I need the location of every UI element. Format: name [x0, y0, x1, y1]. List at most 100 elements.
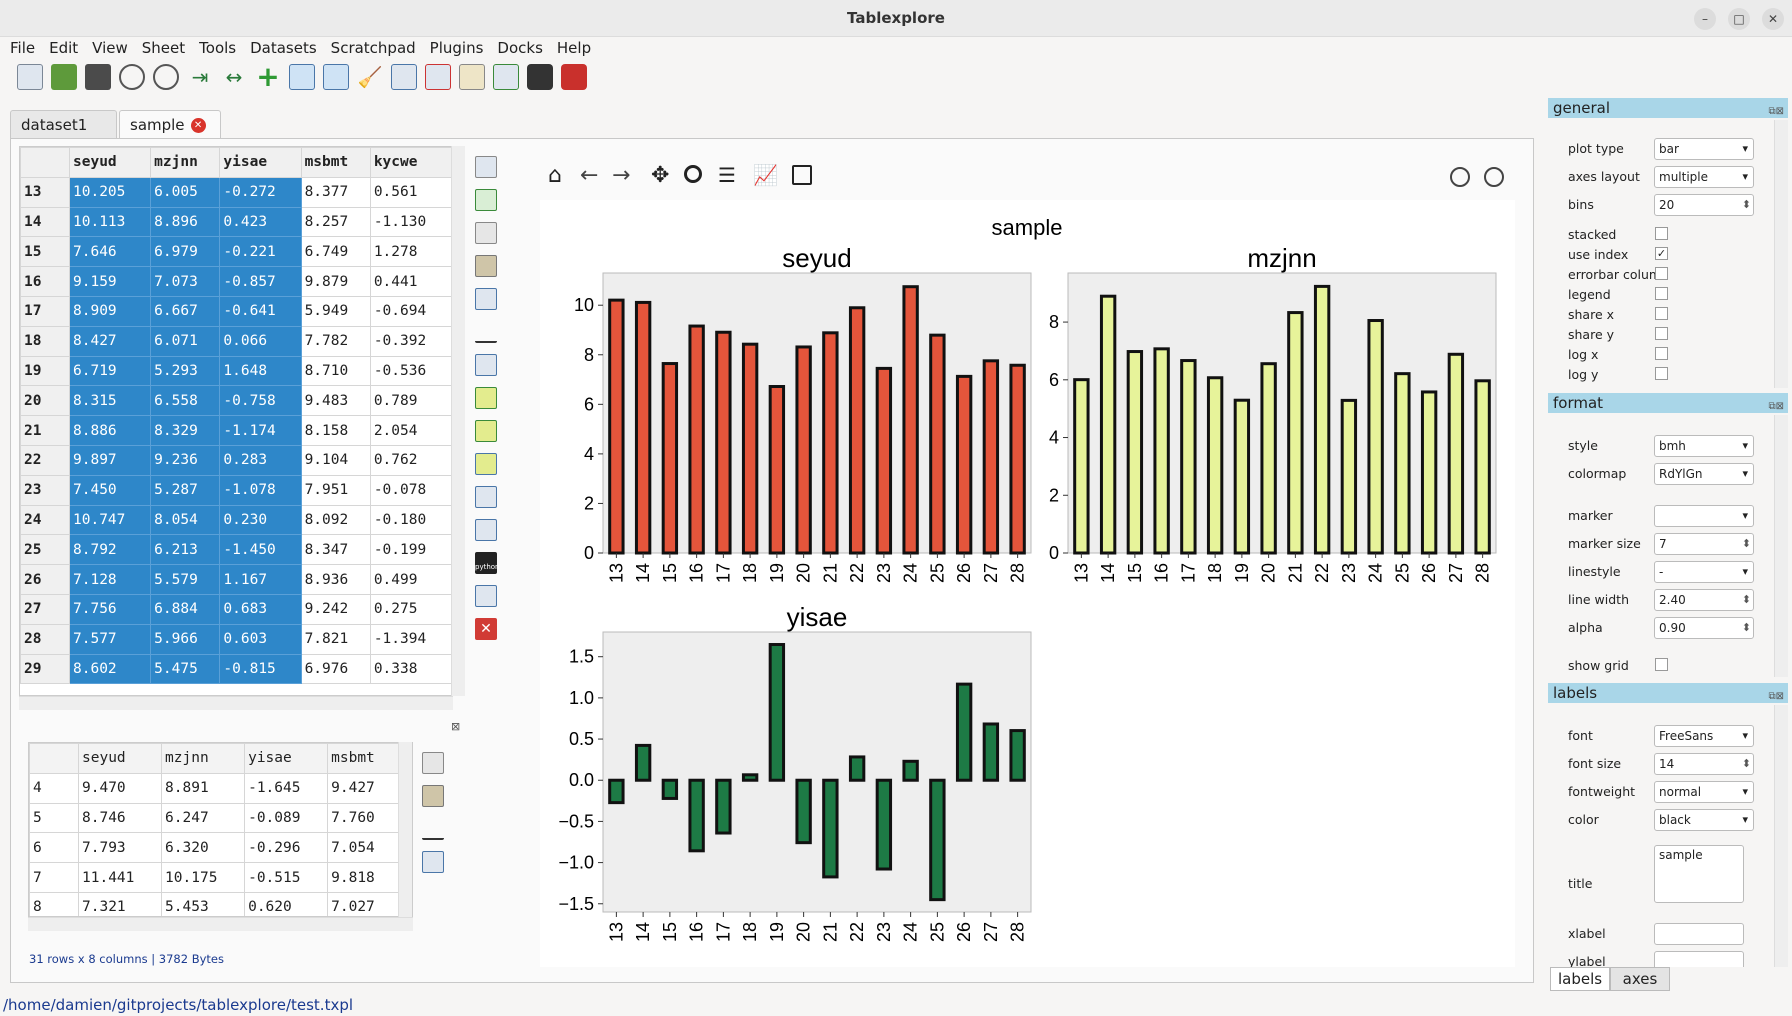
filter-icon[interactable] — [475, 519, 497, 541]
melt-icon[interactable] — [475, 486, 497, 508]
table-row[interactable]: 21 8.886 8.329 -1.174 8.158 2.054 — [20, 415, 452, 446]
bar-chart-icon[interactable] — [475, 321, 497, 343]
main-table-hscroll[interactable] — [19, 696, 453, 710]
setting-checkbox[interactable] — [1655, 658, 1668, 671]
table-cell[interactable]: 8.092 — [300, 504, 371, 536]
table-row[interactable]: 4 9.470 8.891 -1.645 9.427 — [29, 772, 399, 804]
column-header[interactable]: seyud — [68, 147, 152, 178]
table-cell[interactable]: 8.896 — [150, 206, 221, 238]
table-row[interactable]: 6 7.793 6.320 -0.296 7.054 — [29, 832, 399, 864]
tab-sample[interactable]: sample ✕ — [119, 110, 221, 140]
table-cell[interactable]: 7.646 — [68, 236, 152, 268]
table-cell[interactable]: 5.475 — [150, 653, 221, 685]
table-cell[interactable]: 0.441 — [369, 266, 452, 297]
table-cell[interactable]: 0.762 — [369, 444, 452, 476]
row-header[interactable]: 25 — [20, 534, 70, 566]
pivot-icon[interactable] — [475, 420, 497, 442]
table-cell[interactable]: 6.071 — [150, 325, 221, 357]
copy-icon[interactable] — [422, 752, 444, 774]
python-icon[interactable]: python — [475, 552, 500, 574]
table-cell[interactable]: -0.515 — [244, 862, 329, 893]
table-cell[interactable]: 0.561 — [369, 176, 452, 208]
tab-dataset1[interactable]: dataset1✕ — [10, 110, 117, 161]
table-cell[interactable]: 9.236 — [150, 444, 221, 476]
table-cell[interactable]: 7.760 — [327, 802, 399, 834]
setting-combo[interactable]: black — [1654, 809, 1754, 831]
setting-combo[interactable]: bmh — [1654, 435, 1754, 457]
table-view-icon[interactable] — [475, 585, 497, 607]
menu-scratchpad[interactable]: Scratchpad — [324, 37, 423, 59]
dock-float-icon[interactable]: ⧉⊠ — [1768, 687, 1784, 707]
pan-icon[interactable]: ✥ — [651, 163, 669, 188]
paste-icon[interactable] — [422, 785, 444, 807]
table-cell[interactable]: 9.427 — [327, 772, 399, 804]
table-cell[interactable]: 2.054 — [369, 415, 452, 446]
home-icon[interactable]: ⌂ — [548, 163, 562, 188]
menu-datasets[interactable]: Datasets — [243, 37, 324, 59]
corner-cell[interactable] — [20, 147, 70, 178]
table-cell[interactable]: 11.441 — [77, 862, 163, 893]
table-cell[interactable]: -0.221 — [219, 236, 302, 268]
paste-icon[interactable] — [475, 255, 497, 277]
table-cell[interactable]: -0.392 — [369, 325, 452, 357]
delete-icon[interactable]: ✕ — [475, 618, 497, 640]
table-cell[interactable]: -0.199 — [369, 534, 452, 566]
row-header[interactable]: 6 — [29, 832, 79, 864]
table-cell[interactable]: 1.278 — [369, 236, 452, 268]
table-cell[interactable]: 7.054 — [327, 832, 399, 864]
help-table-icon[interactable] — [425, 64, 451, 90]
row-header[interactable]: 19 — [20, 355, 70, 387]
add-icon[interactable]: + — [255, 63, 281, 91]
table-cell[interactable]: 7.793 — [77, 832, 163, 864]
configure-icon[interactable]: ☰ — [718, 163, 736, 187]
setting-textbox[interactable] — [1654, 951, 1744, 967]
table-cell[interactable]: 0.620 — [244, 891, 329, 916]
column-header[interactable]: msbmt — [327, 743, 399, 774]
table-cell[interactable]: 7.128 — [68, 564, 152, 595]
table-cell[interactable]: 6.979 — [150, 236, 221, 268]
setting-combo[interactable]: - — [1654, 561, 1754, 583]
zoom-in-icon[interactable] — [153, 64, 179, 90]
row-header[interactable]: 28 — [20, 623, 70, 655]
table-cell[interactable]: 8.329 — [150, 415, 221, 446]
setting-checkbox[interactable] — [1655, 307, 1668, 320]
menu-plugins[interactable]: Plugins — [423, 37, 491, 59]
table-cell[interactable]: 6.719 — [68, 355, 152, 387]
close-subtable-icon[interactable]: ⊠ — [451, 720, 460, 733]
setting-spinbox[interactable]: 2.40 — [1654, 589, 1754, 611]
table-cell[interactable]: 9.818 — [327, 862, 399, 893]
setting-combo[interactable]: normal — [1654, 781, 1754, 803]
table-cell[interactable]: -1.130 — [369, 206, 452, 238]
dock-float-icon[interactable]: ⧉⊠ — [1768, 397, 1784, 417]
table-row[interactable]: 26 7.128 5.579 1.167 8.936 0.499 — [20, 564, 452, 595]
table-cell[interactable]: 8.909 — [68, 295, 152, 327]
column-header[interactable]: yisae — [219, 147, 302, 178]
table-copy-icon[interactable] — [475, 288, 497, 310]
dock-float-icon[interactable]: ⧉⊠ — [1768, 102, 1784, 122]
transpose-icon[interactable] — [475, 354, 497, 376]
menu-file[interactable]: File — [3, 37, 42, 59]
table-cell[interactable]: 8.710 — [300, 355, 371, 387]
table-row[interactable]: 27 7.756 6.884 0.683 9.242 0.275 — [20, 593, 452, 625]
table-cell[interactable]: 0.275 — [369, 593, 452, 625]
table-cell[interactable]: 10.747 — [68, 504, 152, 536]
table-cell[interactable]: 7.951 — [300, 474, 371, 506]
table-row[interactable]: 8 7.321 5.453 0.620 7.027 — [29, 891, 399, 916]
menu-help[interactable]: Help — [550, 37, 598, 59]
table-cell[interactable]: 8.891 — [161, 772, 246, 804]
table-cell[interactable]: 8.158 — [300, 415, 371, 446]
table-cell[interactable]: 7.782 — [300, 325, 371, 357]
table-row[interactable]: 29 8.602 5.475 -0.815 6.976 0.338 — [20, 653, 452, 685]
table-row[interactable]: 5 8.746 6.247 -0.089 7.760 — [29, 802, 399, 834]
row-header[interactable]: 4 — [29, 772, 79, 804]
column-header[interactable]: mzjnn — [161, 743, 246, 774]
quit-icon[interactable] — [561, 64, 587, 90]
row-header[interactable]: 8 — [29, 891, 79, 916]
menu-docks[interactable]: Docks — [490, 37, 549, 59]
row-header[interactable]: 27 — [20, 593, 70, 625]
title-textbox[interactable]: sample — [1654, 845, 1744, 903]
table-cell[interactable]: -1.450 — [219, 534, 302, 566]
maximize-button[interactable]: □ — [1728, 8, 1750, 30]
camera-icon[interactable] — [527, 64, 553, 90]
table-cell[interactable]: 10.175 — [161, 862, 246, 893]
